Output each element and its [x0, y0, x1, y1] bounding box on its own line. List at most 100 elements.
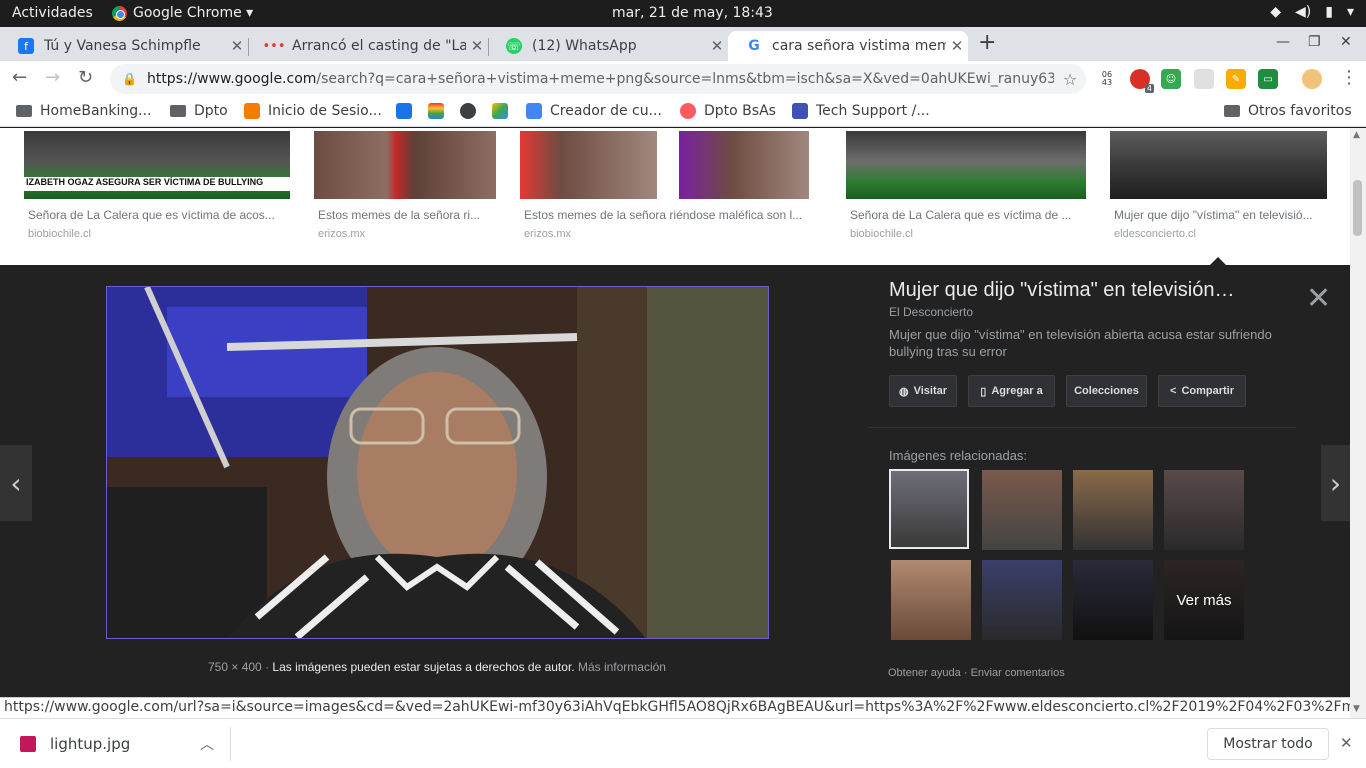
- notes-extension-icon[interactable]: ✎: [1226, 69, 1246, 89]
- facebook-icon: f: [18, 38, 34, 54]
- get-help-link[interactable]: Obtener ayuda: [888, 667, 961, 679]
- system-tray[interactable]: ◆ ◀) ▮ ▾: [1270, 4, 1354, 20]
- result-thumbnail[interactable]: [679, 131, 809, 199]
- image-file-icon: [20, 736, 36, 752]
- close-viewer-icon[interactable]: ✕: [1306, 281, 1331, 316]
- adblock-extension-icon[interactable]: 4: [1130, 69, 1154, 93]
- tab-casting[interactable]: ••• Arrancó el casting de "La V ✕: [248, 31, 488, 61]
- close-tab-icon[interactable]: ✕: [706, 37, 728, 55]
- minimize-icon[interactable]: —: [1276, 34, 1290, 50]
- result-domain: biobiochile.cl: [850, 228, 913, 240]
- bookmark-palette[interactable]: [428, 103, 444, 119]
- forward-icon[interactable]: →: [45, 67, 60, 88]
- result-caption[interactable]: Mujer que dijo "vístima" en televisió...: [1114, 208, 1326, 222]
- close-downloads-icon[interactable]: ✕: [1340, 734, 1353, 752]
- download-item[interactable]: lightup.jpg: [20, 735, 130, 753]
- result-thumbnail[interactable]: [314, 131, 496, 199]
- result-thumbnail[interactable]: [520, 131, 657, 199]
- reload-icon[interactable]: ↻: [78, 67, 93, 88]
- chat-extension-icon[interactable]: ☺: [1161, 69, 1181, 89]
- result-caption[interactable]: Estos memes de la señora ri...: [318, 208, 494, 222]
- maximize-icon[interactable]: ❐: [1308, 34, 1321, 50]
- result-thumbnail-selected[interactable]: [1110, 131, 1327, 199]
- result-caption[interactable]: Estos memes de la señora riéndose maléfi…: [524, 208, 816, 222]
- bookmark-drive[interactable]: [492, 103, 508, 119]
- bookmark-dpto[interactable]: Dpto: [170, 103, 228, 119]
- visit-button[interactable]: ◍ Visitar: [889, 375, 957, 407]
- extension-badge: 4: [1144, 84, 1154, 93]
- chevron-up-icon[interactable]: ︿: [200, 734, 214, 754]
- profile-avatar[interactable]: [1302, 69, 1322, 89]
- address-bar[interactable]: 🔒 https://www.google.com/search?q=cara+s…: [110, 64, 1086, 94]
- send-feedback-link[interactable]: Enviar comentarios: [971, 667, 1065, 679]
- bookmark-homebanking[interactable]: HomeBanking...: [16, 103, 152, 119]
- other-bookmarks[interactable]: Otros favoritos: [1224, 103, 1352, 119]
- previous-image-button[interactable]: ‹: [0, 445, 32, 521]
- see-more-related[interactable]: Ver más: [1164, 560, 1244, 640]
- save-to-button[interactable]: ▯ Agregar a: [968, 375, 1055, 407]
- menu-icon[interactable]: ⋮: [1340, 67, 1358, 88]
- bookmark-cy[interactable]: [396, 103, 412, 119]
- related-image[interactable]: [982, 470, 1062, 550]
- show-all-downloads-button[interactable]: Mostrar todo: [1207, 728, 1329, 760]
- chrome-icon: [112, 5, 127, 21]
- related-image[interactable]: [1073, 470, 1153, 550]
- more-info-link[interactable]: Más información: [578, 660, 666, 674]
- clock-extension-icon[interactable]: 06 43: [1097, 69, 1117, 89]
- result-thumbnail[interactable]: [846, 131, 1086, 199]
- link-status-bar: https://www.google.com/url?sa=i&source=i…: [0, 697, 1350, 718]
- bookmark-label: Dpto BsAs: [704, 103, 776, 119]
- battery-icon: ▮: [1325, 4, 1333, 20]
- result-caption[interactable]: Señora de La Calera que es víctima de ac…: [28, 208, 290, 222]
- close-tab-icon[interactable]: ✕: [946, 37, 968, 55]
- close-tab-icon[interactable]: ✕: [226, 37, 248, 55]
- image-results-row: IZABETH OGAZ ASEGURA SER VÍCTIMA DE BULL…: [0, 128, 1350, 265]
- clock[interactable]: mar, 21 de may, 18:43: [612, 5, 773, 21]
- image-details-sidebar: Mujer que dijo "vístima" en televisión… …: [868, 265, 1350, 697]
- tab-google-images[interactable]: G cara señora vistima meme ✕: [728, 31, 968, 61]
- related-image[interactable]: [891, 560, 971, 640]
- bookmark-globe[interactable]: [460, 103, 476, 119]
- next-image-button[interactable]: ›: [1321, 445, 1350, 521]
- page-scrollbar[interactable]: ▲ ▼: [1350, 128, 1366, 718]
- close-window-icon[interactable]: ✕: [1340, 34, 1352, 50]
- blank-extension-icon[interactable]: [1194, 69, 1214, 89]
- bookmark-inicio-sesion[interactable]: Inicio de Sesio...: [244, 103, 382, 119]
- preview-image[interactable]: [106, 286, 769, 639]
- related-images-label: Imágenes relacionadas:: [889, 448, 1028, 463]
- tab-title: (12) WhatsApp: [532, 38, 637, 54]
- power-menu-icon: ▾: [1346, 4, 1354, 20]
- new-tab-button[interactable]: +: [978, 30, 996, 55]
- bookmark-star-icon[interactable]: ☆: [1054, 70, 1086, 89]
- filter-icon: [526, 103, 542, 119]
- related-image[interactable]: [889, 469, 969, 549]
- bookmark-dpto-bsas[interactable]: Dpto BsAs: [680, 103, 776, 119]
- cy-icon: [396, 103, 412, 119]
- back-icon[interactable]: ←: [12, 67, 27, 88]
- download-extension-icon[interactable]: ▭: [1258, 69, 1278, 89]
- other-bookmarks-label: Otros favoritos: [1248, 103, 1352, 119]
- bookmark-creador[interactable]: Creador de cu...: [526, 103, 662, 119]
- share-button[interactable]: < Compartir: [1158, 375, 1246, 407]
- image-title[interactable]: Mujer que dijo "vístima" en televisión…: [889, 279, 1279, 302]
- related-image[interactable]: [982, 560, 1062, 640]
- scroll-down-icon[interactable]: ▼: [1353, 704, 1360, 714]
- collections-button[interactable]: Colecciones: [1066, 375, 1147, 407]
- activities-button[interactable]: Actividades: [12, 5, 93, 21]
- related-image[interactable]: [1073, 560, 1153, 640]
- folder-icon: [170, 105, 186, 117]
- result-thumbnail[interactable]: IZABETH OGAZ ASEGURA SER VÍCTIMA DE BULL…: [24, 131, 290, 199]
- copyright-notice: Las imágenes pueden estar sujetas a dere…: [272, 660, 575, 674]
- scrollbar-thumb[interactable]: [1353, 180, 1362, 236]
- bookmark-tech-support[interactable]: Tech Support /...: [792, 103, 930, 119]
- app-menu[interactable]: Google Chrome ▾: [112, 5, 253, 21]
- result-domain: erizos.mx: [524, 228, 572, 240]
- scroll-up-icon[interactable]: ▲: [1353, 130, 1360, 140]
- tab-facebook[interactable]: f Tú y Vanesa Schimpfle ✕: [0, 31, 248, 61]
- tab-whatsapp[interactable]: ☏ (12) WhatsApp ✕: [488, 31, 728, 61]
- close-tab-icon[interactable]: ✕: [466, 37, 488, 55]
- result-domain: erizos.mx: [318, 228, 366, 240]
- tech-support-icon: [792, 103, 808, 119]
- related-image[interactable]: [1164, 470, 1244, 550]
- result-caption[interactable]: Señora de La Calera que es víctima de ..…: [850, 208, 1086, 222]
